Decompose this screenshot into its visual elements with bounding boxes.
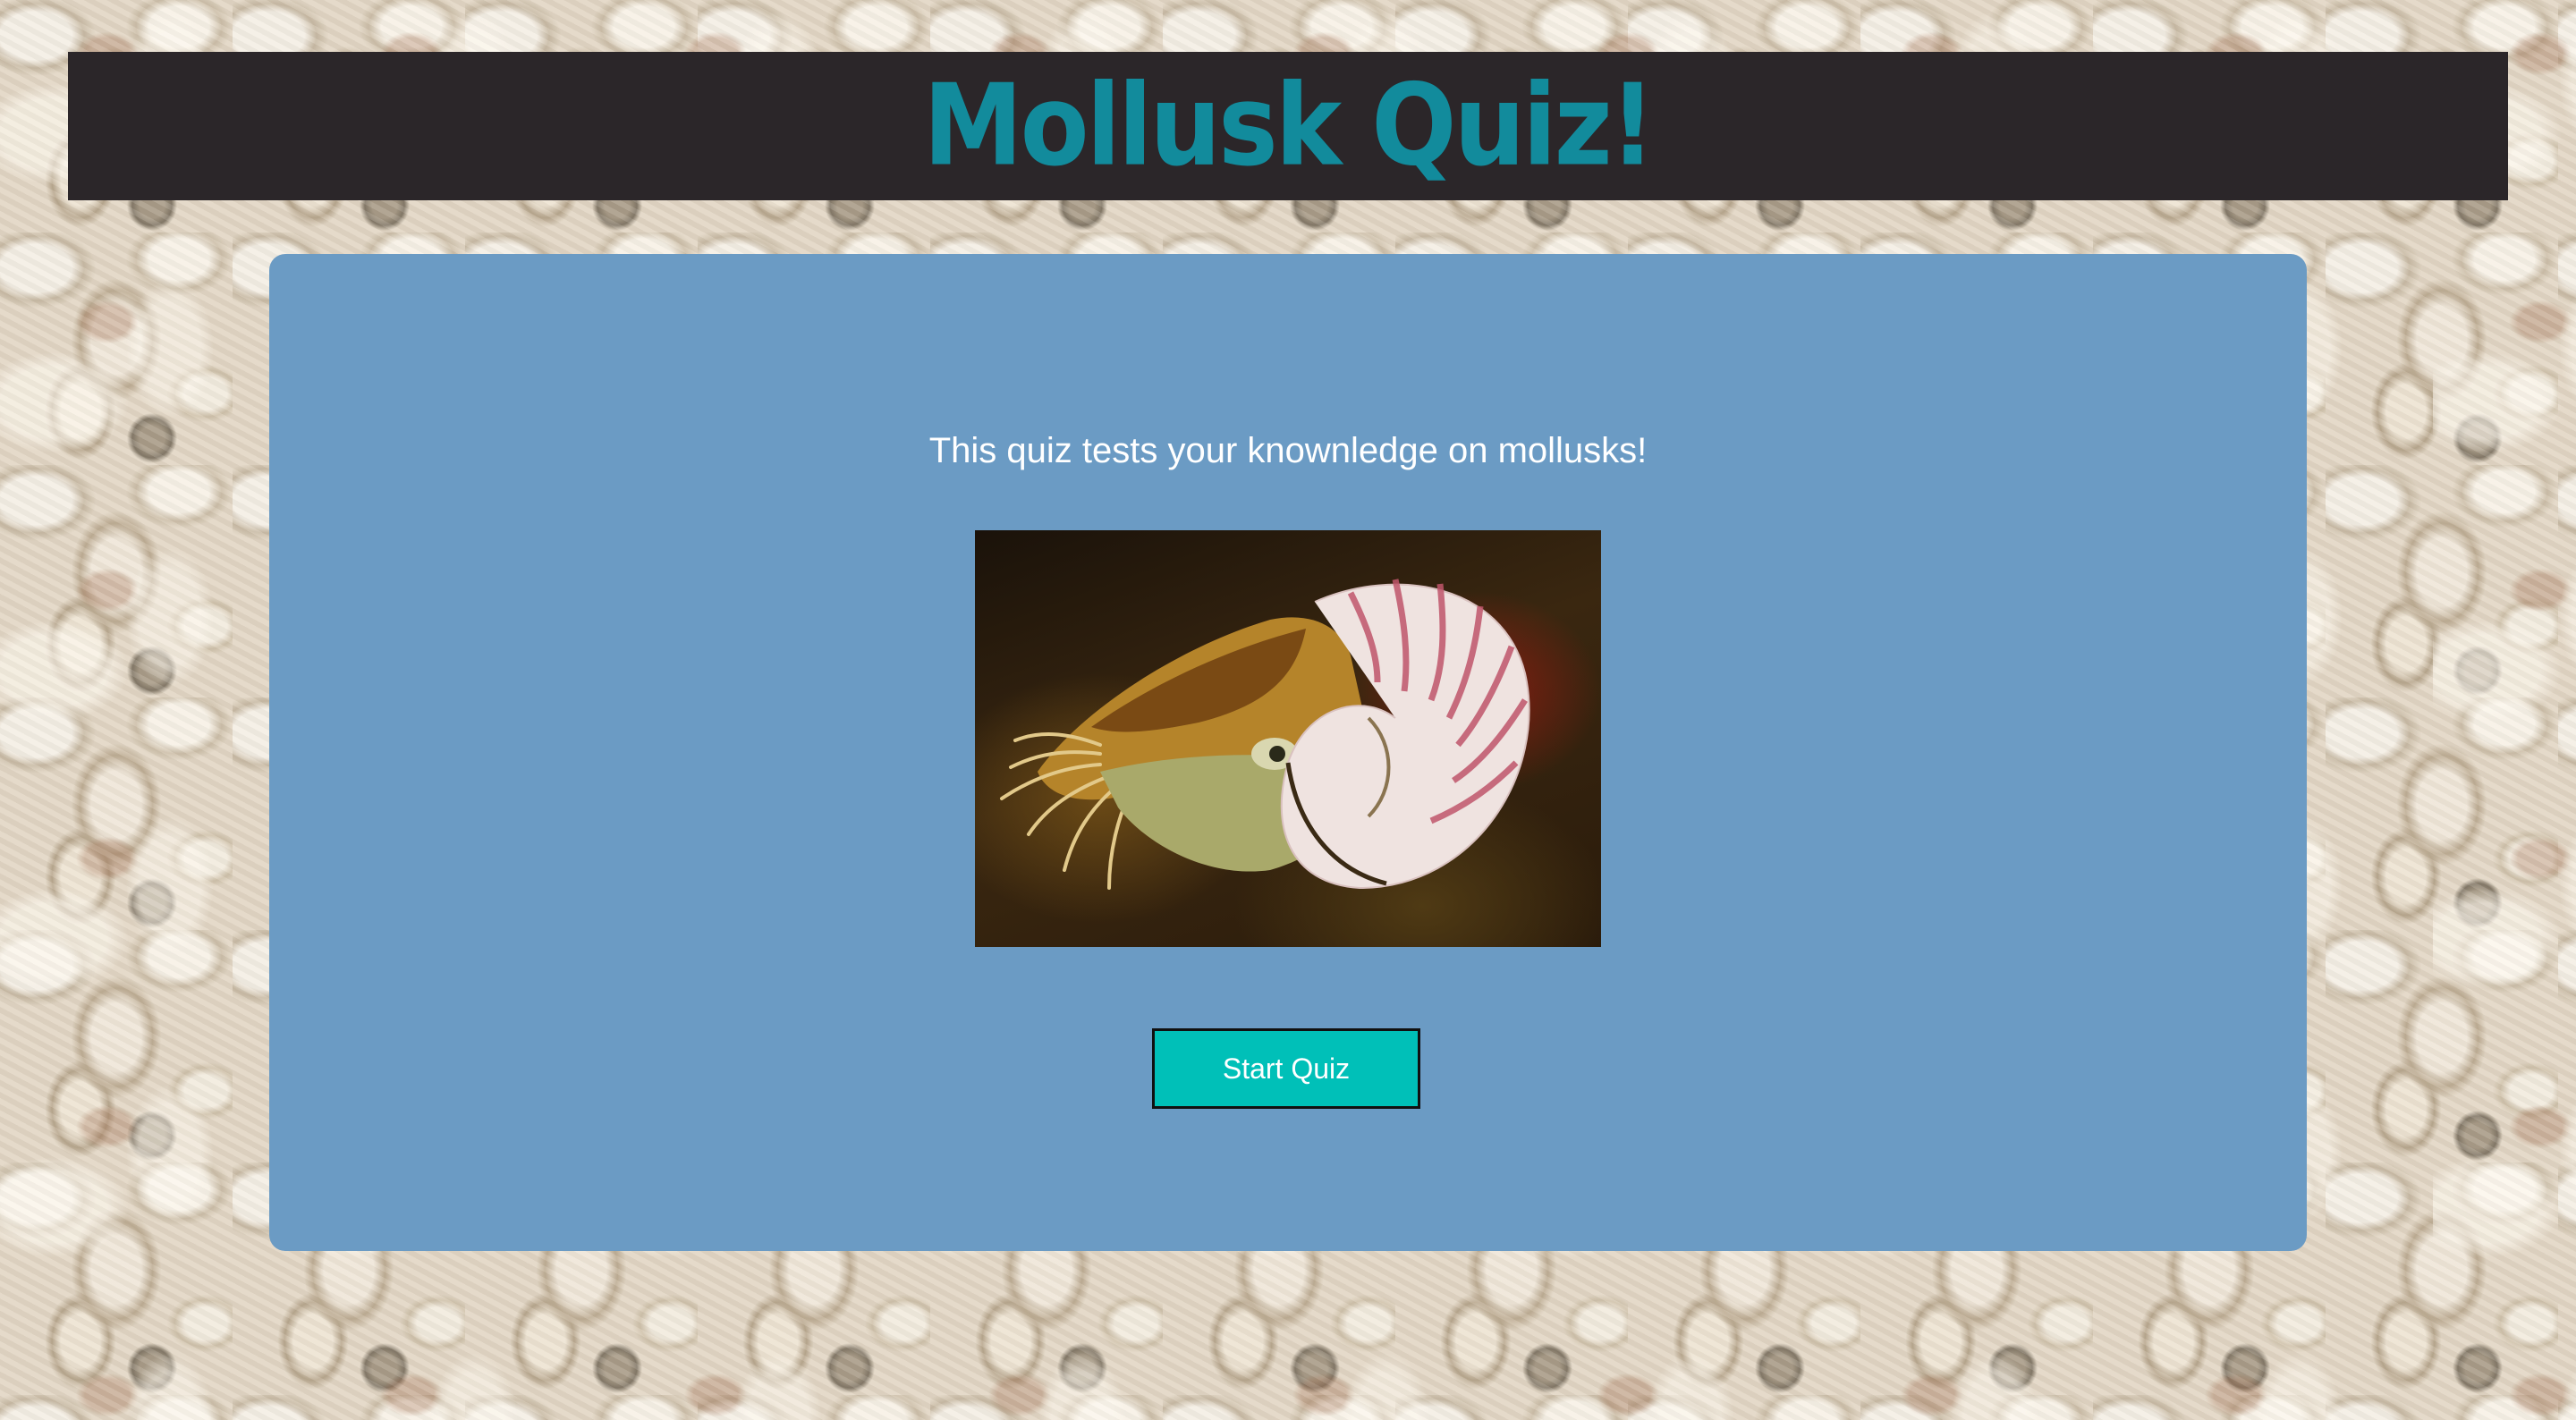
- nautilus-image: [975, 530, 1601, 947]
- intro-text: This quiz tests your knownledge on mollu…: [928, 431, 1648, 470]
- start-quiz-button[interactable]: Start Quiz: [1152, 1028, 1420, 1109]
- page-title: Mollusk Quiz!: [923, 61, 1656, 191]
- quiz-header: Mollusk Quiz!: [68, 52, 2508, 200]
- nautilus-illustration: [1000, 579, 1530, 890]
- quiz-card: This quiz tests your knownledge on mollu…: [269, 254, 2307, 1251]
